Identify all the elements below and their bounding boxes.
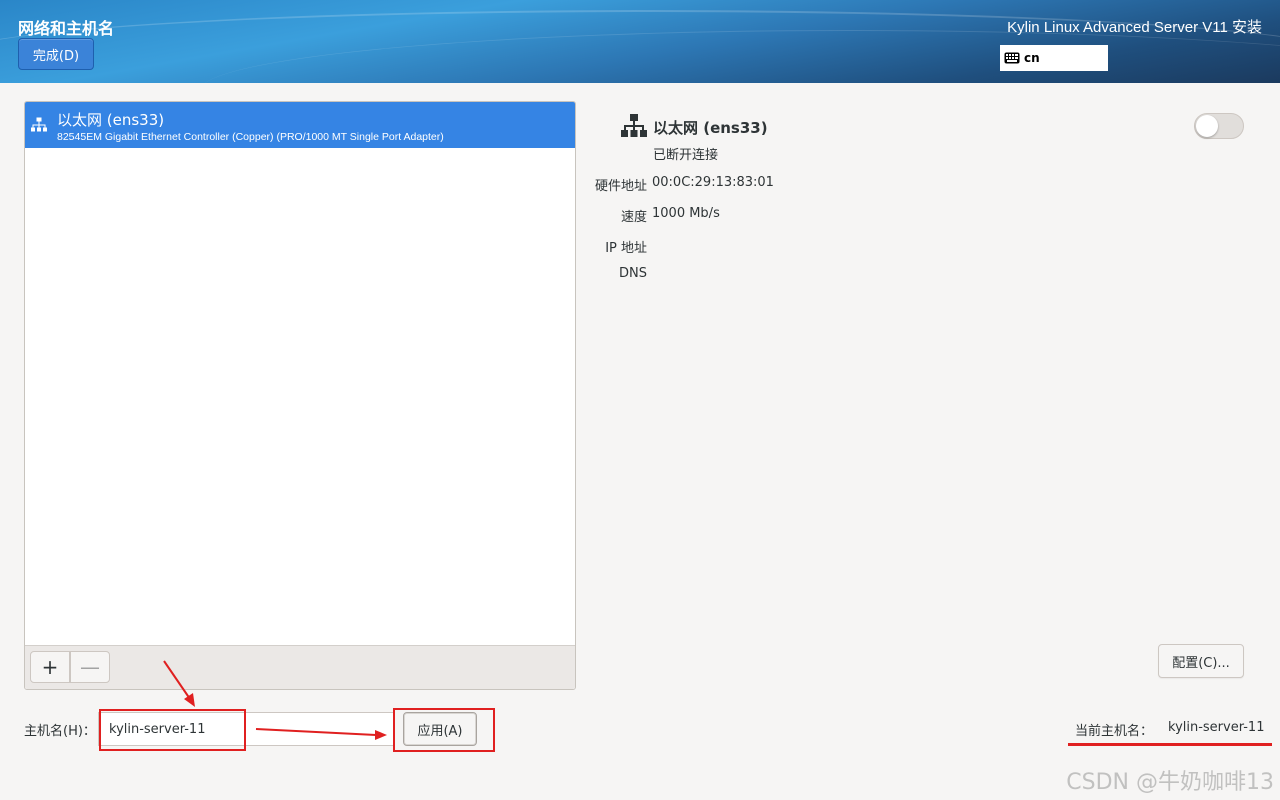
hostname-label: 主机名(H)： — [24, 724, 96, 739]
apply-button[interactable]: 应用(A) — [403, 712, 477, 746]
list-toolbar: + — — [25, 645, 575, 689]
device-description: 82545EM Gigabit Ethernet Controller (Cop… — [57, 131, 444, 143]
connection-status: 已断开连接 — [653, 148, 719, 163]
wired-network-icon — [621, 114, 647, 137]
keyboard-layout-indicator[interactable]: cn — [1000, 45, 1108, 71]
device-enable-toggle[interactable] — [1194, 113, 1244, 139]
hostname-input[interactable] — [98, 712, 394, 746]
device-name: 以太网 (ens33) — [57, 111, 165, 129]
header-banner: 网络和主机名 完成(D) Kylin Linux Advanced Server… — [0, 0, 1280, 83]
list-item[interactable]: 以太网 (ens33) 82545EM Gigabit Ethernet Con… — [25, 102, 575, 148]
speed-label: 速度 — [620, 210, 647, 225]
hardware-address-label: 硬件地址 — [594, 179, 647, 194]
speed-value: 1000 Mb/s — [652, 206, 720, 221]
network-device-list: 以太网 (ens33) 82545EM Gigabit Ethernet Con… — [24, 101, 576, 690]
current-hostname-value: kylin-server-11 — [1168, 720, 1265, 735]
current-hostname-label: 当前主机名： — [1075, 724, 1154, 739]
keyboard-icon — [1004, 52, 1020, 64]
annotation-underline — [1068, 743, 1272, 746]
add-device-button[interactable]: + — [30, 651, 70, 683]
page-title: 网络和主机名 — [18, 19, 115, 38]
watermark: CSDN @牛奶咖啡13 — [1066, 770, 1274, 795]
wired-network-icon — [31, 117, 47, 132]
done-button[interactable]: 完成(D) — [18, 38, 94, 70]
ip-address-label: IP 地址 — [605, 241, 647, 256]
device-detail-title: 以太网 (ens33) — [653, 119, 768, 137]
keyboard-layout-label: cn — [1024, 51, 1040, 65]
configure-button[interactable]: 配置(C)... — [1158, 644, 1244, 678]
product-title: Kylin Linux Advanced Server V11 安装 — [1007, 19, 1262, 36]
toggle-knob — [1196, 115, 1218, 137]
dns-label: DNS — [619, 266, 647, 281]
hardware-address-value: 00:0C:29:13:83:01 — [652, 175, 774, 190]
remove-device-button[interactable]: — — [70, 651, 110, 683]
